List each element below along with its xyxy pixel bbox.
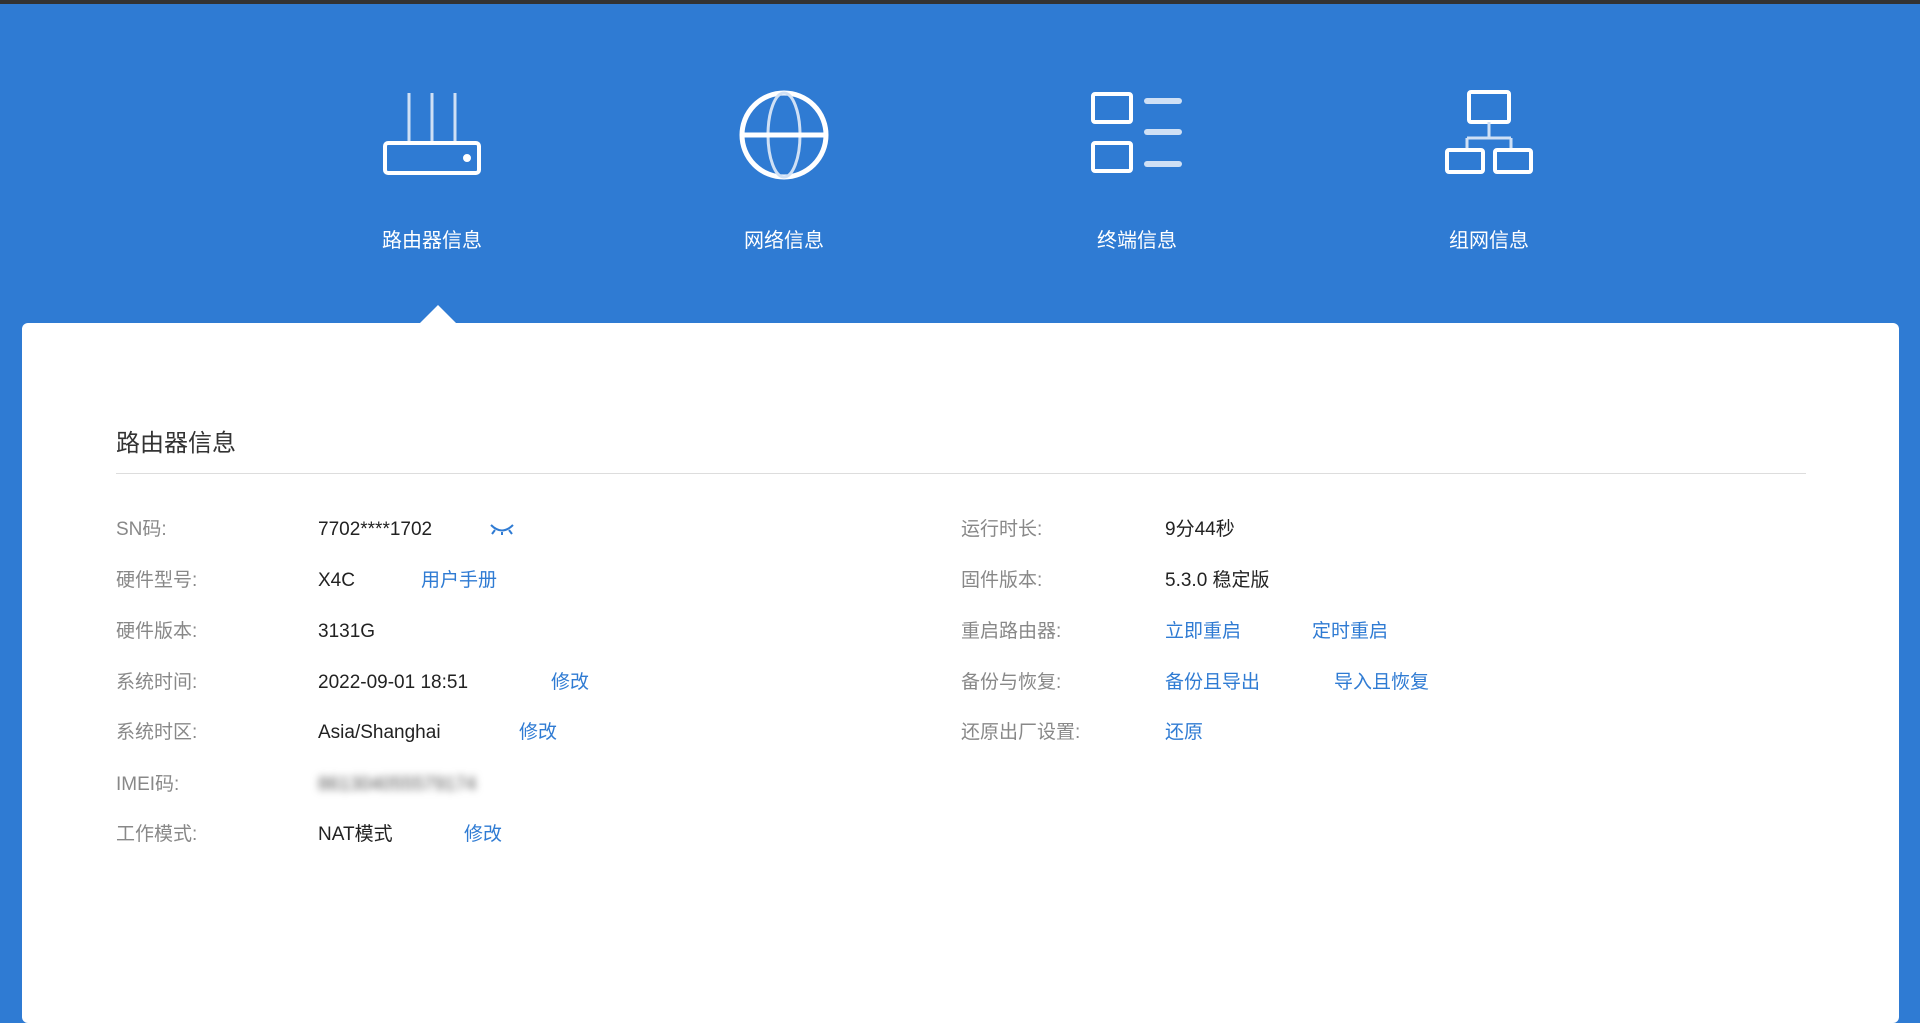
nav-label: 组网信息 <box>1449 230 1529 252</box>
reboot-now-link[interactable]: 立即重启 <box>1165 620 1241 644</box>
edit-time-link[interactable]: 修改 <box>551 671 589 695</box>
nav-device-info[interactable]: 终端信息 <box>1037 88 1237 253</box>
value: NAT模式 <box>318 824 393 845</box>
value: 5.3.0 稳定版 <box>1165 570 1270 591</box>
label: 系统时区: <box>116 722 198 743</box>
value: 7702****1702 <box>318 519 433 540</box>
nav-label: 路由器信息 <box>382 230 482 252</box>
backup-export-link[interactable]: 备份且导出 <box>1165 671 1260 695</box>
nav-network-info[interactable]: 网络信息 <box>684 88 884 253</box>
nav-router-info[interactable]: 路由器信息 <box>332 88 532 253</box>
label: 运行时长: <box>961 519 1043 540</box>
label: SN码: <box>116 519 167 540</box>
router-info-card: 路由器信息 SN码: 7702****1702 硬件型号: X4C 用户手册 硬… <box>22 323 1899 1023</box>
edit-mode-link[interactable]: 修改 <box>464 823 502 847</box>
label: 还原出厂设置: <box>961 722 1081 743</box>
nav-label: 终端信息 <box>1097 230 1177 252</box>
import-restore-link[interactable]: 导入且恢复 <box>1334 671 1429 695</box>
label: 硬件型号: <box>116 570 198 591</box>
label: 硬件版本: <box>116 621 198 642</box>
mesh-network-icon <box>1445 90 1533 174</box>
label: 系统时间: <box>116 672 198 693</box>
label: 工作模式: <box>116 824 198 845</box>
globe-icon <box>739 90 829 180</box>
value-blurred: 861304055579174 <box>318 774 477 795</box>
divider <box>116 473 1806 474</box>
label: 重启路由器: <box>961 621 1062 642</box>
nav-label: 网络信息 <box>744 230 824 252</box>
device-list-icon <box>1091 92 1182 173</box>
scheduled-reboot-link[interactable]: 定时重启 <box>1312 620 1388 644</box>
label: 固件版本: <box>961 570 1043 591</box>
label: IMEI码: <box>116 774 180 795</box>
value: 9分44秒 <box>1165 519 1235 540</box>
card-title: 路由器信息 <box>116 430 236 457</box>
router-icon <box>383 93 481 175</box>
eye-closed-icon[interactable] <box>489 522 515 536</box>
edit-timezone-link[interactable]: 修改 <box>519 721 557 745</box>
top-nav: 路由器信息 网络信息 终端信息 组网信息 <box>0 0 1920 320</box>
value: X4C <box>318 570 355 591</box>
label: 备份与恢复: <box>961 672 1062 693</box>
user-manual-link[interactable]: 用户手册 <box>421 569 497 593</box>
value: Asia/Shanghai <box>318 722 441 743</box>
value: 3131G <box>318 621 376 642</box>
active-tab-pointer <box>420 305 456 323</box>
nav-mesh-info[interactable]: 组网信息 <box>1389 88 1589 253</box>
value: 2022-09-01 18:51 <box>318 672 469 693</box>
factory-reset-link[interactable]: 还原 <box>1165 721 1203 745</box>
